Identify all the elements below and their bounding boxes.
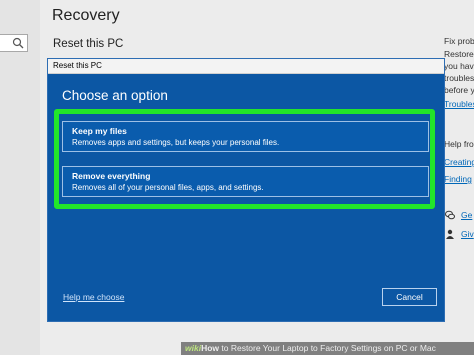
help-link-finding[interactable]: Finding [444, 174, 472, 184]
option-description: Removes all of your personal files, apps… [72, 183, 264, 192]
remove-everything-option[interactable]: Remove everything Removes all of your pe… [62, 166, 429, 197]
fix-text-line: Restore [444, 49, 474, 59]
search-icon [12, 37, 24, 49]
troubleshoot-link[interactable]: Troubles [444, 99, 474, 109]
option-title: Keep my files [72, 126, 127, 136]
page-title: Recovery [52, 7, 120, 24]
help-link-creating[interactable]: Creating [444, 157, 474, 167]
settings-left-nav [0, 0, 40, 355]
related-panel: Fix probl Restore you have troubles befo… [441, 0, 474, 355]
dialog-titlebar[interactable]: Reset this PC [48, 59, 444, 74]
get-help-link[interactable]: Ge [461, 210, 472, 220]
section-title: Reset this PC [53, 38, 124, 50]
fix-text-line: you have [444, 61, 474, 71]
get-help-icon [445, 210, 455, 220]
watermark-how: How [201, 343, 220, 353]
wikihow-watermark: wikiHow to Restore Your Laptop to Factor… [181, 342, 474, 355]
feedback-icon [446, 229, 454, 239]
watermark-text: to Restore Your Laptop to Factory Settin… [219, 343, 436, 353]
search-input[interactable] [0, 34, 28, 52]
option-description: Removes apps and settings, but keeps you… [72, 138, 280, 147]
give-feedback-link[interactable]: Giv [461, 229, 474, 239]
reset-pc-dialog: Reset this PC Choose an option Keep my f… [47, 58, 445, 322]
keep-my-files-option[interactable]: Keep my files Removes apps and settings,… [62, 121, 429, 152]
cancel-button[interactable]: Cancel [382, 288, 437, 306]
option-title: Remove everything [72, 171, 151, 181]
dialog-title: Reset this PC [53, 61, 102, 70]
help-heading: Help fro [444, 139, 474, 149]
fix-problems-heading: Fix probl [444, 36, 474, 46]
help-me-choose-link[interactable]: Help me choose [63, 292, 124, 302]
fix-text-line: troubles [444, 73, 474, 83]
watermark-brand: wiki [185, 343, 202, 353]
fix-text-line: before y [444, 85, 474, 95]
dialog-heading: Choose an option [62, 88, 168, 103]
